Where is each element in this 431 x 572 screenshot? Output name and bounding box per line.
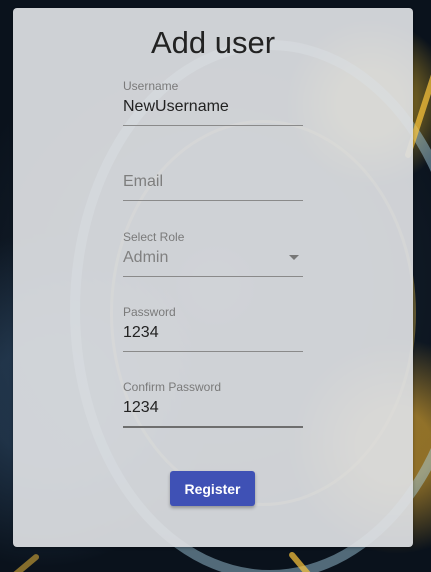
register-button[interactable]: Register (170, 471, 255, 506)
background-light-streak (5, 552, 41, 572)
role-select[interactable]: Select Role Admin (123, 230, 303, 277)
username-input[interactable] (123, 98, 303, 116)
confirm-password-input[interactable] (123, 399, 303, 417)
password-label: Password (123, 305, 176, 319)
page-title: Add user (150, 25, 276, 60)
password-input[interactable] (123, 324, 303, 342)
username-label: Username (123, 79, 179, 93)
confirm-password-label: Confirm Password (123, 380, 222, 394)
confirm-password-field[interactable]: Confirm Password (123, 380, 303, 428)
email-field[interactable]: Email (123, 154, 303, 201)
add-user-card: Add user Username Email Select Role Admi… (13, 8, 413, 547)
password-field[interactable]: Password (123, 305, 303, 352)
username-field[interactable]: Username (123, 79, 303, 126)
role-label: Select Role (123, 230, 185, 244)
caret-down-icon[interactable] (289, 255, 299, 260)
email-input[interactable] (123, 173, 303, 191)
role-selected-value[interactable]: Admin (123, 249, 303, 267)
